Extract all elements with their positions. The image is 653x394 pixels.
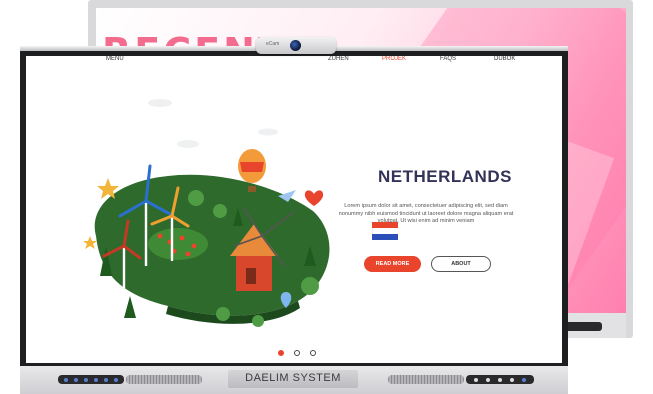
country-description: Lorem ipsum dolor sit amet, consectetuer… [338,203,514,224]
speaker-grille-left [126,375,202,384]
nav-item-2[interactable]: ZUHEN [328,56,349,62]
speaker-grille-right [388,375,464,384]
slide-dot-1[interactable] [278,350,284,356]
back-display-button-panel [562,322,602,331]
nav-item-3[interactable]: PROJEK [382,56,406,62]
front-button-panel[interactable] [466,375,534,384]
read-more-button[interactable]: READ MORE [364,256,421,272]
camera-logo: eCam [266,41,280,47]
country-title: NETHERLANDS [378,167,512,186]
front-port-panel[interactable] [58,375,124,384]
nav-item-5[interactable]: DUBOK [494,56,515,62]
nav-item-menu[interactable]: MENU [106,56,124,62]
about-button[interactable]: ABOUT [431,256,491,272]
slide-dot-2[interactable] [294,350,300,356]
netherlands-illustration [83,99,330,327]
slide-dot-3[interactable] [310,350,316,356]
camera-lens-icon [290,40,301,51]
brand-label: DAELIM SYSTEM [245,372,341,384]
nav-item-4[interactable]: FAQS [440,56,456,62]
